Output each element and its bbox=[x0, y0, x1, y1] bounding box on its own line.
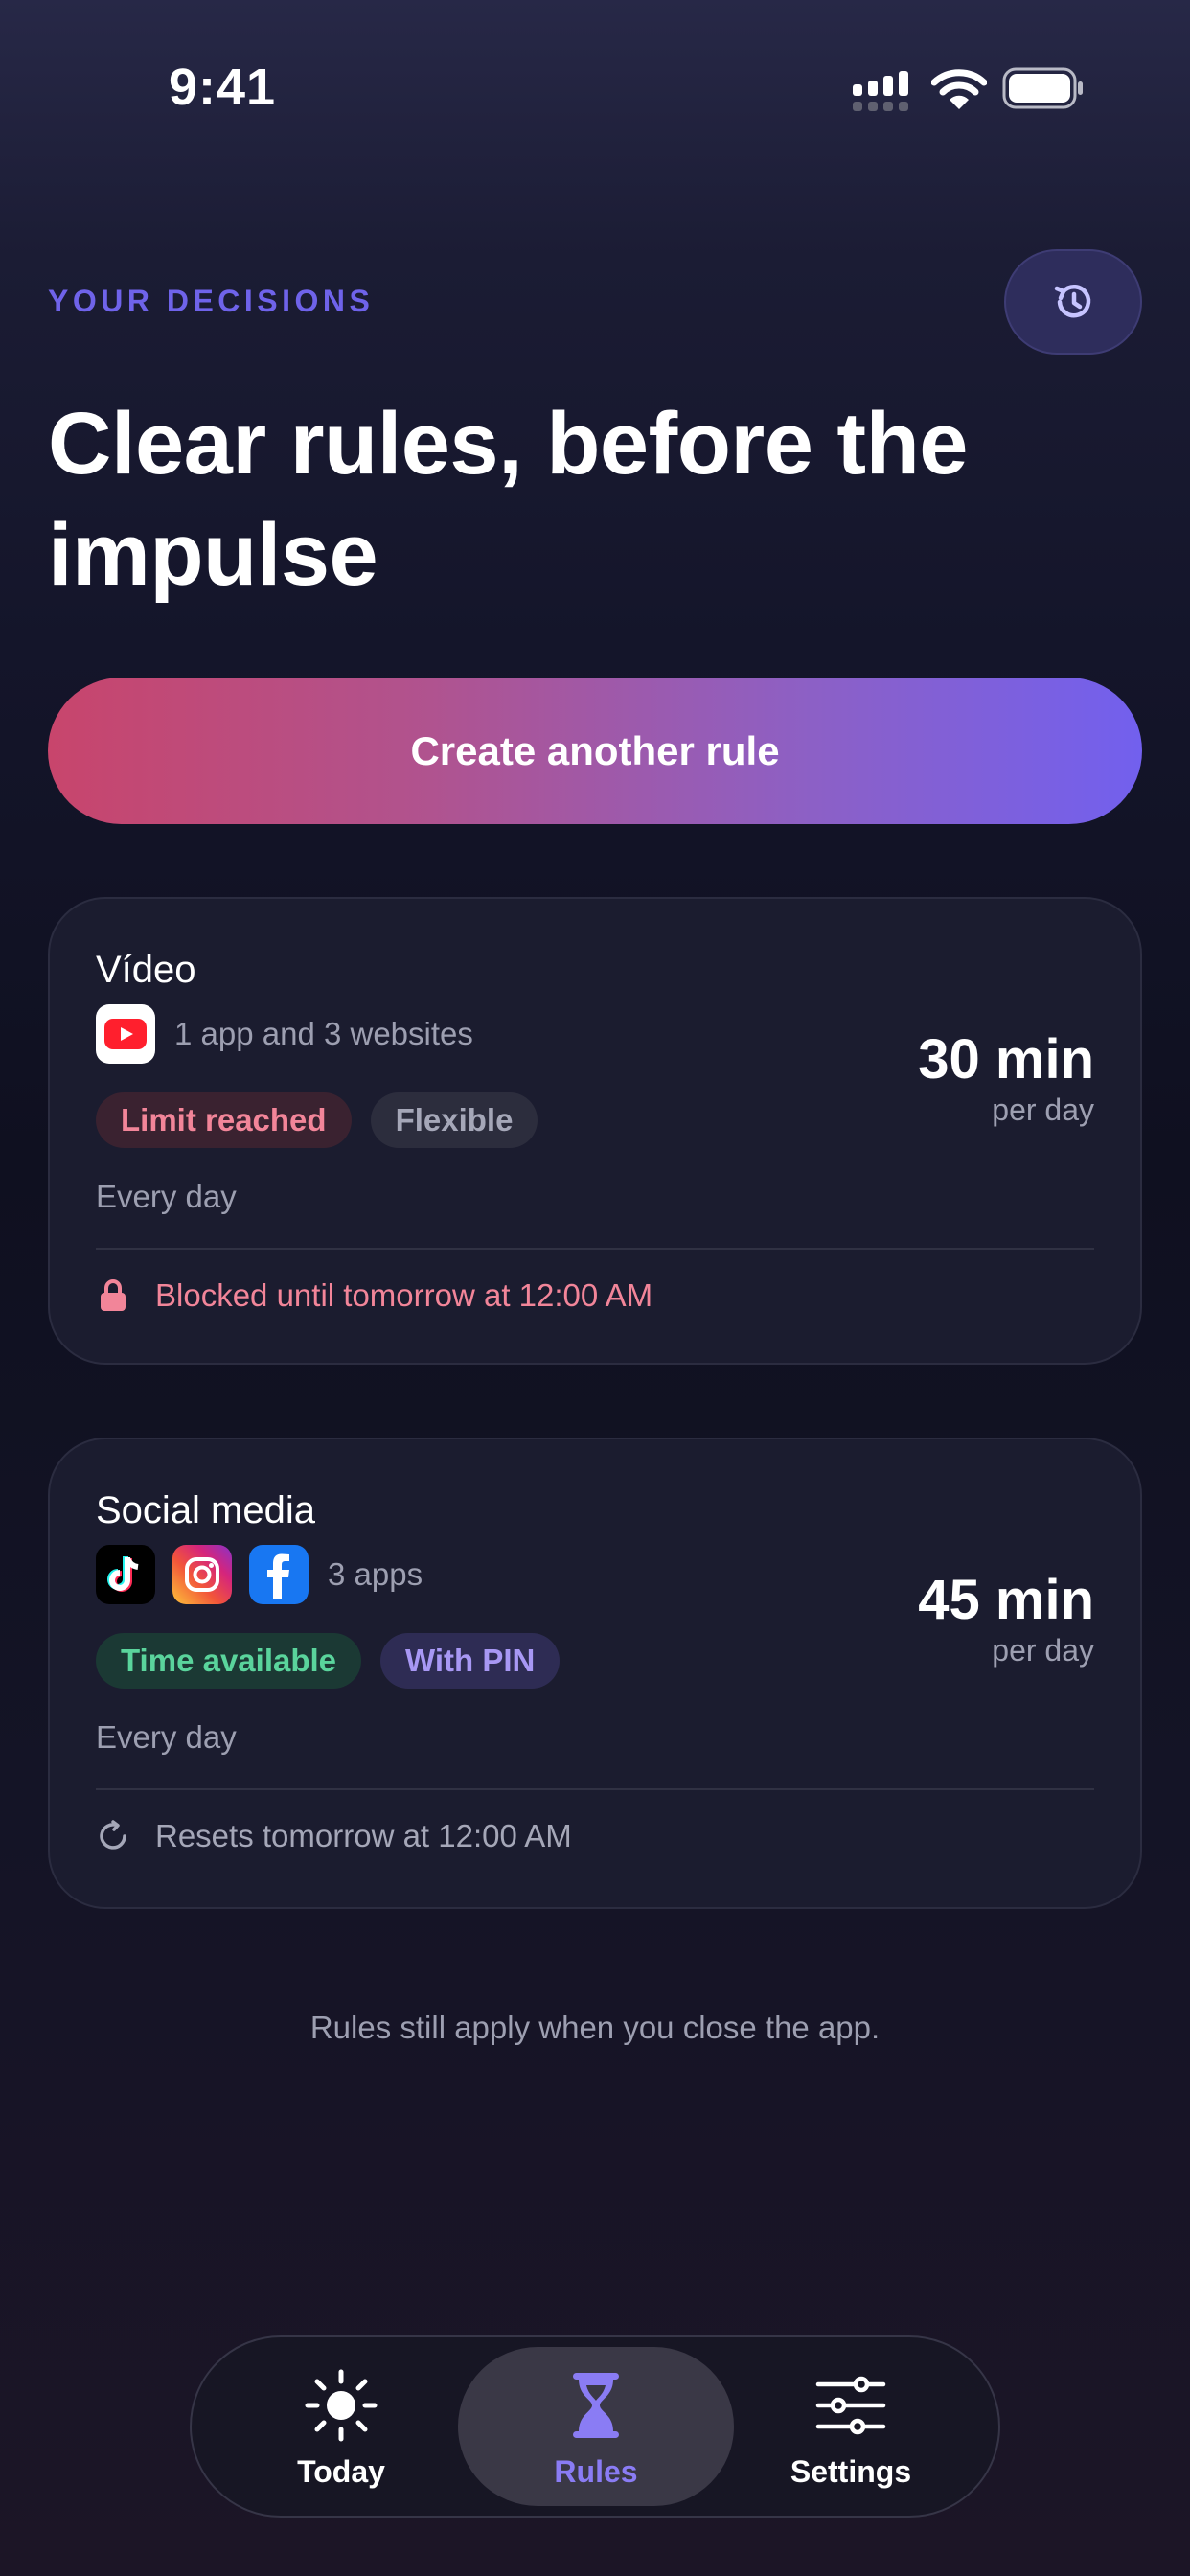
tab-label: Settings bbox=[790, 2454, 912, 2489]
wifi-icon bbox=[931, 69, 987, 109]
tab-label: Today bbox=[297, 2454, 385, 2489]
page-title: Clear rules, before the impulse bbox=[48, 395, 968, 604]
history-button[interactable] bbox=[1004, 249, 1142, 355]
battery-icon bbox=[1002, 67, 1083, 109]
card-divider bbox=[96, 1788, 1094, 1790]
card-divider bbox=[96, 1248, 1094, 1250]
rule-status-text: Resets tomorrow at 12:00 AM bbox=[155, 1818, 572, 1853]
rule-badges: Limit reached Flexible bbox=[96, 1092, 557, 1148]
facebook-icon bbox=[249, 1545, 309, 1604]
rule-limit: 30 min per day bbox=[918, 1029, 1094, 1128]
rule-apps: 3 apps bbox=[96, 1545, 423, 1604]
rule-status: Blocked until tomorrow at 12:00 AM bbox=[96, 1276, 652, 1315]
history-icon bbox=[1054, 284, 1091, 318]
limit-unit: per day bbox=[992, 1092, 1094, 1127]
status-time: 9:41 bbox=[169, 58, 277, 116]
rule-name: Social media bbox=[96, 1489, 316, 1531]
sliders-icon bbox=[808, 2366, 894, 2445]
rule-apps: 1 app and 3 websites bbox=[96, 1004, 473, 1064]
tiktok-icon bbox=[96, 1545, 155, 1604]
rule-status-text: Blocked until tomorrow at 12:00 AM bbox=[155, 1277, 653, 1313]
rule-name: Vídeo bbox=[96, 949, 196, 991]
limit-value: 30 min bbox=[918, 1028, 1094, 1091]
mode-badge-flexible: Flexible bbox=[370, 1092, 538, 1148]
section-eyebrow: YOUR DECISIONS bbox=[48, 284, 375, 318]
status-badge-limit-reached: Limit reached bbox=[96, 1092, 352, 1148]
footnote: Rules still apply when you close the app… bbox=[309, 2010, 881, 2045]
rule-card-video[interactable]: Vídeo 1 app and 3 websites 30 min per da… bbox=[48, 897, 1142, 1365]
rule-status: Resets tomorrow at 12:00 AM bbox=[96, 1817, 572, 1855]
sun-icon bbox=[298, 2366, 384, 2445]
status-badge-time-available: Time available bbox=[96, 1633, 362, 1689]
status-bar: 9:41 bbox=[0, 0, 1190, 182]
cellular-signal-icon bbox=[853, 71, 908, 111]
lock-icon bbox=[96, 1276, 130, 1315]
instagram-icon bbox=[172, 1545, 232, 1604]
youtube-icon bbox=[96, 1004, 155, 1064]
apps-summary: 3 apps bbox=[328, 1556, 423, 1592]
apps-summary: 1 app and 3 websites bbox=[174, 1016, 473, 1051]
hourglass-icon bbox=[553, 2366, 639, 2445]
mode-badge-with-pin: With PIN bbox=[380, 1633, 561, 1689]
rule-card-social-media[interactable]: Social media 3 apps 45 min per day Time … bbox=[48, 1438, 1142, 1909]
limit-value: 45 min bbox=[918, 1569, 1094, 1631]
rule-schedule: Every day bbox=[96, 1179, 237, 1214]
limit-unit: per day bbox=[992, 1633, 1094, 1668]
create-rule-button[interactable]: Create another rule bbox=[48, 678, 1142, 824]
tab-today[interactable]: Today bbox=[203, 2347, 479, 2506]
rule-limit: 45 min per day bbox=[918, 1570, 1094, 1668]
rule-badges: Time available With PIN bbox=[96, 1633, 579, 1689]
tab-label: Rules bbox=[554, 2454, 638, 2489]
rule-schedule: Every day bbox=[96, 1719, 237, 1755]
tab-settings[interactable]: Settings bbox=[713, 2347, 989, 2506]
reset-icon bbox=[96, 1817, 130, 1855]
tab-rules[interactable]: Rules bbox=[458, 2347, 734, 2506]
tab-bar: Today Rules Settings bbox=[190, 2335, 1000, 2518]
